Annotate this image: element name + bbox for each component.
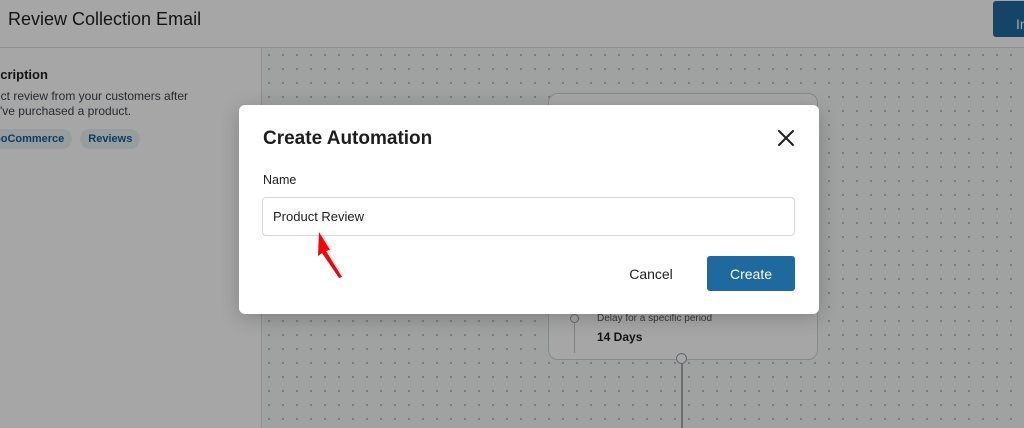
create-automation-dialog: Create Automation Name Cancel Create xyxy=(239,105,819,314)
name-field-label: Name xyxy=(263,173,297,187)
dialog-title: Create Automation xyxy=(263,128,433,149)
close-button[interactable] xyxy=(773,125,799,151)
cancel-button[interactable]: Cancel xyxy=(611,257,691,291)
create-button[interactable]: Create xyxy=(707,256,795,291)
close-icon xyxy=(778,130,794,146)
annotation-arrow-icon xyxy=(318,232,342,278)
